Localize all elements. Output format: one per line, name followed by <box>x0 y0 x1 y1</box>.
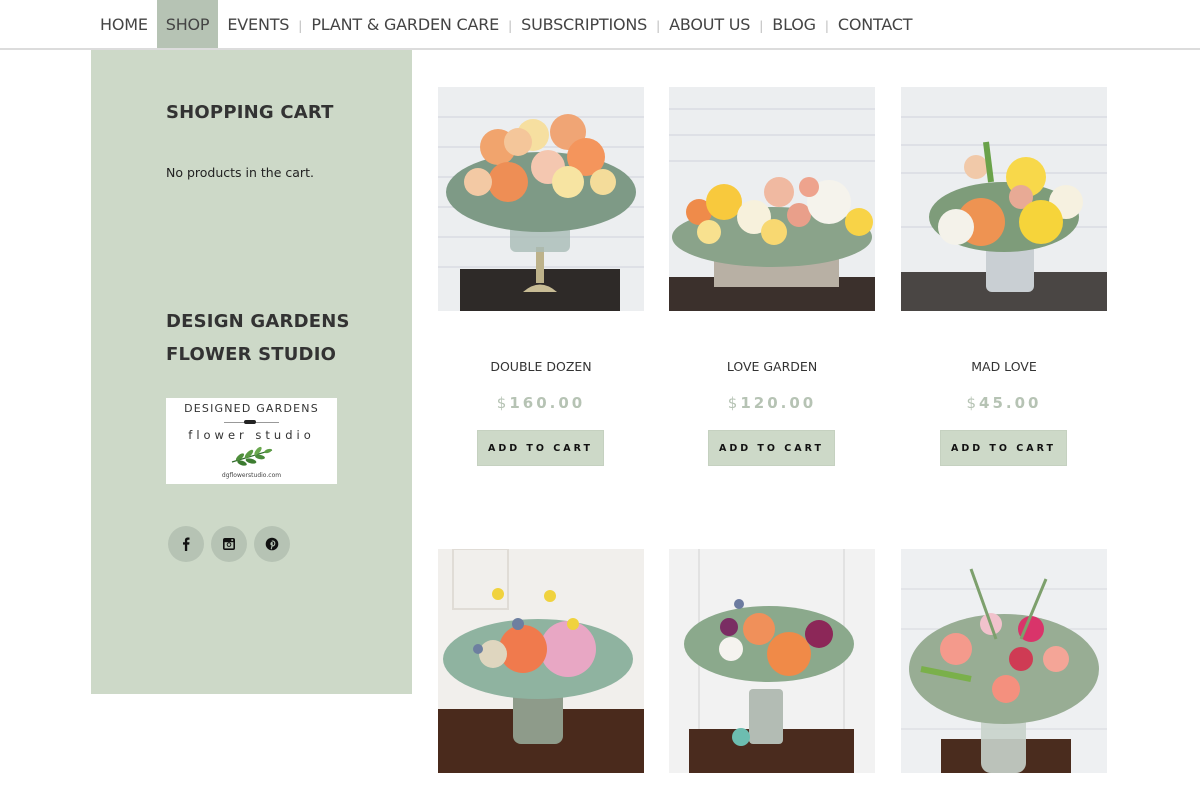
product-name[interactable]: MAD LOVE <box>901 359 1107 374</box>
nav-item-home[interactable]: HOME <box>91 0 157 48</box>
price-value: 160.00 <box>509 394 586 412</box>
price-value: 120.00 <box>740 394 817 412</box>
sidebar: SHOPPING CART No products in the cart. D… <box>91 50 412 694</box>
studio-logo[interactable]: DESIGNED GARDENS flower studio dgflowers… <box>166 398 337 484</box>
product-card <box>669 549 875 773</box>
flower-arrangement-image <box>438 87 644 311</box>
shopping-cart-heading: SHOPPING CART <box>166 102 334 123</box>
add-to-cart-button[interactable]: ADD TO CART <box>708 430 835 466</box>
flower-arrangement-image <box>438 549 644 773</box>
nav-item-blog[interactable]: BLOG <box>763 0 825 48</box>
product-image[interactable] <box>901 87 1107 311</box>
product-price: $120.00 <box>669 394 875 412</box>
price-value: 45.00 <box>979 394 1042 412</box>
leaf-branch-icon <box>231 446 273 466</box>
product-image[interactable] <box>438 549 644 773</box>
add-to-cart-button[interactable]: ADD TO CART <box>477 430 604 466</box>
nav-menu: HOME SHOP EVENTS | PLANT & GARDEN CARE |… <box>91 0 921 48</box>
nav-item-subscriptions[interactable]: SUBSCRIPTIONS <box>512 0 656 48</box>
nav-item-about-us[interactable]: ABOUT US <box>660 0 759 48</box>
flower-arrangement-image <box>669 87 875 311</box>
currency-symbol: $ <box>966 394 980 412</box>
nav-item-shop[interactable]: SHOP <box>156 0 219 48</box>
product-card: LOVE GARDEN $120.00 ADD TO CART <box>669 87 875 466</box>
social-links <box>168 526 290 562</box>
product-name[interactable]: LOVE GARDEN <box>669 359 875 374</box>
product-image[interactable] <box>901 549 1107 773</box>
product-image[interactable] <box>438 87 644 311</box>
cart-empty-message: No products in the cart. <box>166 165 314 180</box>
logo-sub-text: flower studio <box>188 428 315 442</box>
product-price: $45.00 <box>901 394 1107 412</box>
flower-arrangement-image <box>669 549 875 773</box>
studio-heading-line2: FLOWER STUDIO <box>166 344 337 365</box>
product-card: MAD LOVE $45.00 ADD TO CART <box>901 87 1107 466</box>
studio-heading-line1: DESIGN GARDENS <box>166 311 350 332</box>
nav-item-plant-garden-care[interactable]: PLANT & GARDEN CARE <box>302 0 508 48</box>
add-to-cart-button[interactable]: ADD TO CART <box>940 430 1067 466</box>
currency-symbol: $ <box>727 394 741 412</box>
flower-arrangement-image <box>901 549 1107 773</box>
product-card <box>438 549 644 773</box>
product-name[interactable]: DOUBLE DOZEN <box>438 359 644 374</box>
product-image[interactable] <box>669 549 875 773</box>
flower-arrangement-image <box>901 87 1107 311</box>
pinterest-icon <box>265 537 279 551</box>
top-navigation: HOME SHOP EVENTS | PLANT & GARDEN CARE |… <box>0 0 1200 50</box>
logo-ribbon-icon <box>244 420 256 424</box>
facebook-icon <box>183 537 190 551</box>
nav-item-contact[interactable]: CONTACT <box>829 0 921 48</box>
logo-top-text: DESIGNED GARDENS <box>184 402 319 415</box>
facebook-button[interactable] <box>168 526 204 562</box>
nav-item-events[interactable]: EVENTS <box>218 0 298 48</box>
product-card <box>901 549 1107 773</box>
studio-heading: DESIGN GARDENS FLOWER STUDIO <box>166 305 350 371</box>
product-image[interactable] <box>669 87 875 311</box>
logo-url-text: dgflowerstudio.com <box>221 472 282 479</box>
currency-symbol: $ <box>496 394 510 412</box>
product-price: $160.00 <box>438 394 644 412</box>
instagram-icon <box>223 538 235 550</box>
instagram-button[interactable] <box>211 526 247 562</box>
product-card: DOUBLE DOZEN $160.00 ADD TO CART <box>438 87 644 466</box>
pinterest-button[interactable] <box>254 526 290 562</box>
